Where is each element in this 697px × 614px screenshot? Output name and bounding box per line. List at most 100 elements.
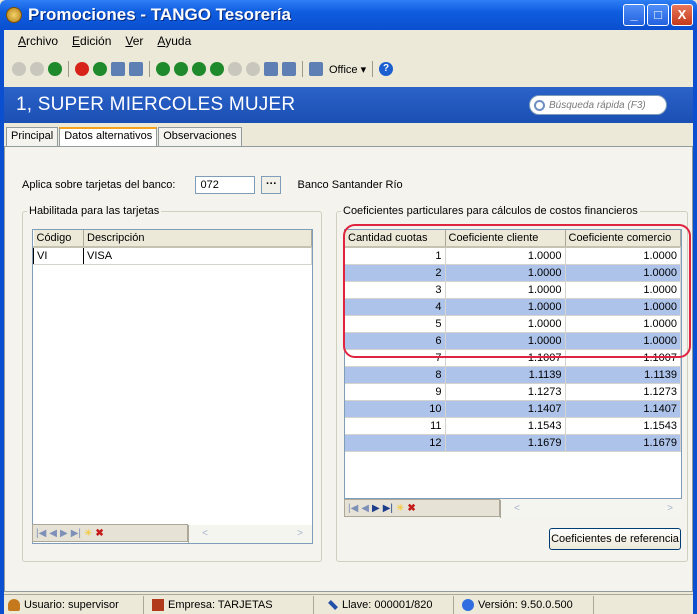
window-title: Promociones - TANGO Tesorería [28,5,291,24]
scroll-left-icon[interactable]: < [509,501,525,516]
cell-coeficiente-comercio[interactable]: 1.1273 [565,383,681,401]
status-bar: Usuario: supervisor Empresa: TARJETAS Ll… [4,594,693,614]
copy-icon[interactable] [129,62,143,76]
column-header-descripcion[interactable]: Descripción [83,230,312,248]
bank-lookup-button[interactable]: ··· [261,176,282,194]
menu-ayuda[interactable]: Ayuda [157,34,191,48]
cards-hscrollbar[interactable]: < > [188,525,312,543]
cell-coeficiente-cliente[interactable]: 1.1543 [445,417,566,435]
view-icon[interactable] [228,62,242,76]
coef-group-legend: Coeficientes particulares para cálculos … [343,205,638,217]
nav-prev-icon[interactable]: ◀ [361,503,369,514]
cell-codigo[interactable]: VI [33,247,84,265]
cancel-icon[interactable] [30,62,44,76]
cell-coeficiente-cliente[interactable]: 1.1139 [445,366,566,384]
tab-observaciones[interactable]: Observaciones [158,127,242,146]
table-row[interactable]: 8 1.1139 1.1139 [345,366,681,384]
last-record-icon[interactable] [210,62,224,76]
office-icon [309,62,323,76]
cell-cantidad-cuotas[interactable]: 9 [345,383,446,401]
title-bar: Promociones - TANGO Tesorería _ □ X [0,0,697,30]
cards-grid[interactable]: Código Descripción VI VISA [32,229,313,544]
cell-cantidad-cuotas[interactable]: 8 [345,366,446,384]
nav-first-icon[interactable]: |◀ [36,528,46,539]
table-row[interactable]: VI VISA [33,247,312,265]
add-icon[interactable] [48,62,62,76]
cell-cantidad-cuotas[interactable]: 11 [345,417,446,435]
nav-next-icon[interactable]: ▶ [60,528,68,539]
status-version-text: Versión: 9.50.0.500 [478,598,573,611]
close-button[interactable]: X [671,4,693,26]
status-key: Llave: 000001/820 [314,595,454,614]
table-row[interactable]: 12 1.1679 1.1679 [345,434,681,452]
coef-navigator: |◀ ◀ ▶ ▶| ✳ ✖ [344,499,500,517]
previous-record-icon[interactable] [174,62,188,76]
search-icon [534,99,545,111]
scroll-left-icon[interactable]: < [197,526,213,541]
nav-first-icon[interactable]: |◀ [348,503,358,514]
nav-delete-icon[interactable]: ✖ [95,528,103,539]
tab-principal[interactable]: Principal [6,127,59,146]
status-key-text: Llave: 000001/820 [342,598,433,611]
quick-search-input[interactable]: Búsqueda rápida (F3) [529,95,667,115]
modify-icon[interactable] [93,62,107,76]
scroll-right-icon[interactable]: > [292,526,308,541]
scroll-right-icon[interactable]: > [662,501,678,516]
coef-hscrollbar[interactable]: < > [500,500,682,518]
next-record-icon[interactable] [192,62,206,76]
maximize-button[interactable]: □ [647,4,669,26]
table-row[interactable]: 11 1.1543 1.1543 [345,417,681,435]
nav-next-icon[interactable]: ▶ [372,503,380,514]
cards-navigator: |◀ ◀ ▶ ▶| ✳ ✖ [32,524,188,542]
help-icon[interactable]: ? [379,62,394,76]
menu-edicion[interactable]: Edición [72,34,111,48]
cell-coeficiente-cliente[interactable]: 1.1679 [445,434,566,452]
office-button[interactable]: Office ▾ [329,63,366,76]
menu-ver[interactable]: Ver [125,34,143,48]
tab-datos-alternativos[interactable]: Datos alternativos [59,127,158,146]
cell-coeficiente-comercio[interactable]: 1.1679 [565,434,681,452]
nav-prev-icon[interactable]: ◀ [49,528,57,539]
company-icon [152,598,164,611]
nav-new-icon[interactable]: ✳ [84,528,92,539]
cell-coeficiente-cliente[interactable]: 1.1407 [445,400,566,418]
filter-icon[interactable] [246,62,260,76]
status-version: Versión: 9.50.0.500 [454,595,594,614]
bank-code-field[interactable]: 072 [195,176,256,194]
column-header-codigo[interactable]: Código [33,230,84,248]
sort-icon[interactable] [282,62,296,76]
cell-descripcion[interactable]: VISA [83,247,312,265]
cell-coeficiente-cliente[interactable]: 1.1273 [445,383,566,401]
columns-icon[interactable] [264,62,278,76]
cell-coeficiente-comercio[interactable]: 1.1543 [565,417,681,435]
nav-new-icon[interactable]: ✳ [396,503,404,514]
menu-archivo[interactable]: Archivo [18,34,58,48]
nav-last-icon[interactable]: ▶| [71,528,81,539]
cell-cantidad-cuotas[interactable]: 10 [345,400,446,418]
window-controls: _ □ X [623,4,693,26]
minimize-button[interactable]: _ [623,4,645,26]
status-company-text: Empresa: TARJETAS [168,598,273,611]
edit-icon[interactable] [111,62,125,76]
menu-bar: Archivo Edición Ver Ayuda [4,31,693,51]
cards-group-legend: Habilitada para las tarjetas [29,205,160,217]
highlight-annotation [343,224,691,358]
key-icon [328,599,338,610]
info-icon [462,598,474,611]
cell-cantidad-cuotas[interactable]: 12 [345,434,446,452]
status-user: Usuario: supervisor [4,595,144,614]
nav-last-icon[interactable]: ▶| [383,503,393,514]
coeficientes-referencia-button[interactable]: Coeficientes de referencia [549,528,681,550]
toolbar-separator [372,61,374,77]
window-frame-right [693,30,697,614]
status-company: Empresa: TARJETAS [144,595,314,614]
table-row[interactable]: 10 1.1407 1.1407 [345,400,681,418]
cell-coeficiente-comercio[interactable]: 1.1139 [565,366,681,384]
record-header: 1, SUPER MIERCOLES MUJER Búsqueda rápida… [4,87,693,123]
table-row[interactable]: 9 1.1273 1.1273 [345,383,681,401]
accept-icon[interactable] [12,62,26,76]
first-record-icon[interactable] [156,62,170,76]
nav-delete-icon[interactable]: ✖ [407,503,415,514]
delete-icon[interactable] [75,62,89,76]
cell-coeficiente-comercio[interactable]: 1.1407 [565,400,681,418]
